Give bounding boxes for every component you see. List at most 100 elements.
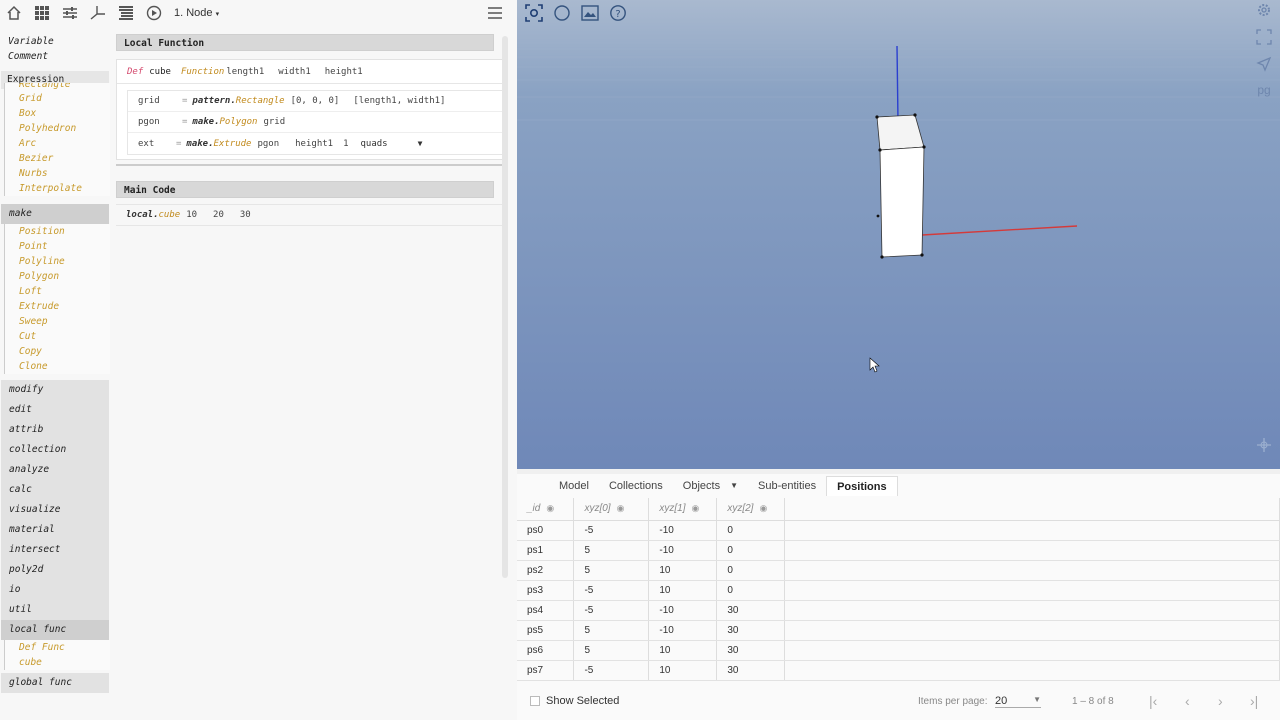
arg-grid[interactable]: grid bbox=[263, 117, 285, 127]
sidebar-cat-intersect[interactable]: intersect bbox=[1, 540, 109, 560]
code-line-pgon[interactable]: pgon = make. Polygon grid bbox=[128, 112, 502, 133]
tab-sub-entities[interactable]: Sub-entities bbox=[748, 476, 826, 496]
sliders-icon[interactable] bbox=[56, 0, 84, 26]
local-function-header[interactable]: Local Function bbox=[116, 34, 494, 51]
arg-size[interactable]: [length1, width1] bbox=[353, 96, 445, 106]
sidebar-item-cube[interactable]: cube bbox=[5, 655, 110, 670]
eye-icon[interactable]: ◉ bbox=[759, 503, 767, 513]
sidebar-cat-poly2d[interactable]: poly2d bbox=[1, 560, 109, 580]
help-icon[interactable]: ? bbox=[609, 4, 627, 22]
first-page-icon[interactable]: |‹ bbox=[1149, 693, 1157, 709]
sidebar-item-sweep[interactable]: Sweep bbox=[5, 314, 110, 329]
tab-collections[interactable]: Collections bbox=[599, 476, 673, 496]
sidebar-item-interpolate[interactable]: Interpolate bbox=[5, 181, 110, 196]
sidebar-item-loft[interactable]: Loft bbox=[5, 284, 110, 299]
sidebar-cat-material[interactable]: material bbox=[1, 520, 109, 540]
sidebar-cat-calc[interactable]: calc bbox=[1, 480, 109, 500]
sidebar-cat-collection[interactable]: collection bbox=[1, 440, 109, 460]
sidebar-item-arc[interactable]: Arc bbox=[5, 136, 110, 151]
sidebar-item-nurbs[interactable]: Nurbs bbox=[5, 166, 110, 181]
tab-objects[interactable]: Objects ▼ bbox=[673, 476, 748, 496]
arg-pgon[interactable]: pgon bbox=[257, 139, 279, 149]
prev-page-icon[interactable]: ‹ bbox=[1185, 693, 1190, 709]
method-select[interactable]: quads ▼ bbox=[361, 139, 423, 149]
fn-rectangle[interactable]: Rectangle bbox=[236, 96, 285, 106]
col-header-y[interactable]: xyz[1] ◉ bbox=[648, 498, 718, 521]
sidebar-cat-util[interactable]: util bbox=[1, 600, 109, 620]
var-ext[interactable]: ext bbox=[138, 139, 158, 149]
sidebar-cat-global-func[interactable]: global func bbox=[1, 673, 109, 693]
3d-viewport[interactable]: ? pg bbox=[517, 0, 1280, 469]
circle-icon[interactable] bbox=[553, 4, 571, 22]
param-height1[interactable]: height1 bbox=[325, 67, 363, 77]
col-header-id[interactable]: _id ◉ bbox=[517, 498, 575, 521]
arg-20[interactable]: 20 bbox=[213, 210, 224, 220]
var-pgon[interactable]: pgon bbox=[138, 117, 164, 127]
sidebar-item-comment[interactable]: Comment bbox=[8, 49, 102, 64]
sidebar-item-def-func[interactable]: Def Func bbox=[5, 640, 110, 655]
table-row[interactable]: ps6 5 10 30 bbox=[517, 640, 1280, 661]
code-line-grid[interactable]: grid = pattern. Rectangle [0, 0, 0] [len… bbox=[128, 91, 502, 112]
param-length1[interactable]: length1 bbox=[226, 67, 264, 77]
sidebar-cat-analyze[interactable]: analyze bbox=[1, 460, 109, 480]
arg-height1[interactable]: height1 bbox=[295, 139, 333, 149]
sidebar-item-position[interactable]: Position bbox=[5, 224, 110, 239]
eye-icon[interactable]: ◉ bbox=[617, 503, 625, 513]
col-header-z[interactable]: xyz[2] ◉ bbox=[716, 498, 786, 521]
tab-positions[interactable]: Positions bbox=[826, 476, 898, 496]
sidebar-item-polyline[interactable]: Polyline bbox=[5, 254, 110, 269]
navigate-icon[interactable] bbox=[1256, 56, 1272, 77]
sidebar-item-clone[interactable]: Clone bbox=[5, 359, 110, 374]
last-page-icon[interactable]: ›| bbox=[1250, 693, 1258, 709]
sidebar-item-box[interactable]: Box bbox=[5, 106, 110, 121]
arg-divisions[interactable]: 1 bbox=[343, 139, 348, 149]
sidebar-item-polygon[interactable]: Polygon bbox=[5, 269, 110, 284]
table-row[interactable]: ps4 -5 -10 30 bbox=[517, 600, 1280, 621]
table-row[interactable]: ps1 5 -10 0 bbox=[517, 540, 1280, 561]
fn-extrude[interactable]: Extrude bbox=[214, 139, 252, 149]
node-dropdown[interactable]: 1. Node ▾ bbox=[174, 7, 219, 19]
fn-cube[interactable]: cube bbox=[159, 210, 181, 220]
table-row[interactable]: ps2 5 10 0 bbox=[517, 560, 1280, 581]
sidebar-item-grid[interactable]: Grid bbox=[5, 91, 110, 106]
main-code-line[interactable]: local. cube 10 20 30 bbox=[116, 204, 502, 226]
sidebar-cat-modify[interactable]: modify bbox=[1, 380, 109, 400]
sidebar-item-cut[interactable]: Cut bbox=[5, 329, 110, 344]
image-icon[interactable] bbox=[581, 4, 599, 22]
items-per-page-select[interactable]: 20 ▼ bbox=[995, 695, 1041, 708]
table-row[interactable]: ps0 -5 -10 0 bbox=[517, 520, 1280, 541]
list-icon[interactable] bbox=[112, 0, 140, 26]
next-page-icon[interactable]: › bbox=[1218, 693, 1223, 709]
editor-scrollbar[interactable] bbox=[502, 36, 508, 578]
eye-icon[interactable]: ◉ bbox=[546, 503, 554, 513]
col-header-x[interactable]: xyz[0] ◉ bbox=[573, 498, 650, 521]
table-row[interactable]: ps7 -5 10 30 bbox=[517, 660, 1280, 681]
sidebar-item-polyhedron[interactable]: Polyhedron bbox=[5, 121, 110, 136]
var-grid[interactable]: grid bbox=[138, 96, 164, 106]
focus-icon[interactable] bbox=[525, 4, 543, 22]
sidebar-item-rectangle[interactable]: Rectangle bbox=[5, 83, 110, 91]
gear-icon[interactable] bbox=[1256, 2, 1272, 23]
sidebar-item-variable[interactable]: Variable bbox=[8, 34, 102, 49]
arg-10[interactable]: 10 bbox=[186, 210, 197, 220]
show-selected-checkbox[interactable] bbox=[530, 696, 540, 706]
expand-icon[interactable] bbox=[1256, 29, 1272, 50]
fn-polygon[interactable]: Polygon bbox=[220, 117, 258, 127]
sidebar-cat-edit[interactable]: edit bbox=[1, 400, 109, 420]
main-code-header[interactable]: Main Code bbox=[116, 181, 494, 198]
sidebar-item-bezier[interactable]: Bezier bbox=[5, 151, 110, 166]
sidebar-item-point[interactable]: Point bbox=[5, 239, 110, 254]
table-row[interactable]: ps3 -5 10 0 bbox=[517, 580, 1280, 601]
grid-icon[interactable] bbox=[28, 0, 56, 26]
play-icon[interactable] bbox=[140, 0, 168, 26]
home-icon[interactable] bbox=[0, 0, 28, 26]
table-row[interactable]: ps5 5 -10 30 bbox=[517, 620, 1280, 641]
param-width1[interactable]: width1 bbox=[278, 67, 311, 77]
def-name[interactable]: cube bbox=[149, 67, 171, 77]
arg-30[interactable]: 30 bbox=[240, 210, 251, 220]
code-line-ext[interactable]: ext = make. Extrude pgon height1 1 quads… bbox=[128, 133, 502, 154]
sidebar-cat-attrib[interactable]: attrib bbox=[1, 420, 109, 440]
hamburger-icon[interactable] bbox=[486, 4, 504, 22]
sidebar-cat-io[interactable]: io bbox=[1, 580, 109, 600]
sidebar-item-copy[interactable]: Copy bbox=[5, 344, 110, 359]
